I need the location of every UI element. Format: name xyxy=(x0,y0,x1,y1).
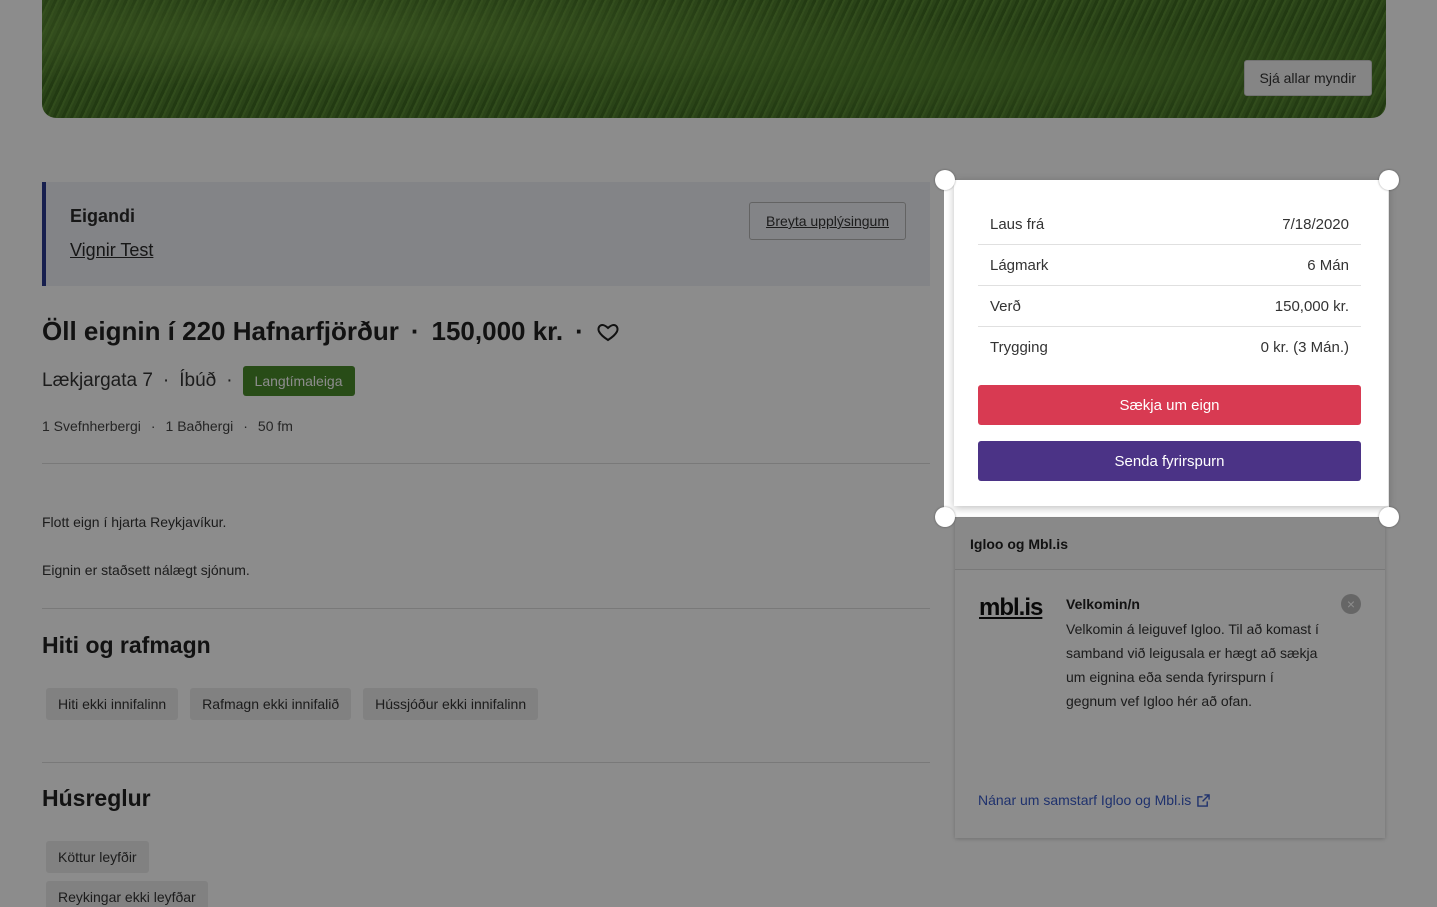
chip: Rafmagn ekki innifalið xyxy=(190,688,352,720)
row-label: Verð xyxy=(990,297,1021,315)
bedrooms: 1 Svefnherbergi xyxy=(42,418,141,434)
hero-image: Sjá allar myndir xyxy=(42,0,1386,118)
chip: Köttur leyfðir xyxy=(46,841,149,873)
send-inquiry-button[interactable]: Senda fyrirspurn xyxy=(978,441,1361,481)
listing-subline: Lækjargata 7 · Íbúð · Langtímaleiga xyxy=(42,366,355,396)
listing-title-text: Öll eignin í 220 Hafnarfjörður xyxy=(42,316,399,346)
more-info-link[interactable]: Nánar um samstarf Igloo og Mbl.is xyxy=(978,792,1210,808)
description-line: Flott eign í hjarta Reykjavíkur. xyxy=(42,514,227,530)
rent-summary-card: Laus frá 7/18/2020 Lágmark 6 Mán Verð 15… xyxy=(954,180,1388,506)
row-value: 0 kr. (3 Mán.) xyxy=(1260,339,1349,356)
separator-dot: · xyxy=(410,316,420,346)
listing-price: 150,000 kr. xyxy=(431,316,564,346)
bathrooms: 1 Baðhergi xyxy=(165,418,234,434)
apply-button[interactable]: Sækja um eign xyxy=(978,385,1361,425)
separator-dot: · xyxy=(243,418,248,434)
divider xyxy=(42,762,930,763)
heart-icon[interactable] xyxy=(596,320,620,344)
resize-handle[interactable] xyxy=(935,170,955,190)
close-icon[interactable]: × xyxy=(1341,594,1361,614)
row-value: 7/18/2020 xyxy=(1282,215,1349,233)
separator-dot: · xyxy=(150,418,156,434)
listing-type: Íbúð xyxy=(179,370,217,391)
welcome-text: Velkomin á leiguvef Igloo. Til að komast… xyxy=(1066,621,1319,709)
utilities-chips: Hiti ekki innifalinn Rafmagn ekki innifa… xyxy=(46,688,539,720)
divider xyxy=(42,608,930,609)
house-rules-chips: Reykingar ekki leyfðar xyxy=(46,881,208,907)
deposit-row: Trygging 0 kr. (3 Mán.) xyxy=(978,327,1361,368)
resize-handle[interactable] xyxy=(1379,507,1399,527)
listing-address: Lækjargata 7 xyxy=(42,370,153,391)
size: 50 fm xyxy=(257,418,293,434)
row-label: Trygging xyxy=(990,339,1048,356)
chip: Hússjóður ekki innifalinn xyxy=(363,688,539,720)
row-label: Laus frá xyxy=(990,215,1045,233)
utilities-title: Hiti og rafmagn xyxy=(42,632,211,658)
house-rules-title: Húsreglur xyxy=(42,785,151,811)
separator-dot: · xyxy=(575,316,584,346)
resize-handle[interactable] xyxy=(1379,170,1399,190)
owner-name-link[interactable]: Vignir Test xyxy=(70,240,153,261)
house-rules-chips: Köttur leyfðir xyxy=(46,841,149,873)
see-all-photos-button[interactable]: Sjá allar myndir xyxy=(1243,60,1372,96)
listing-specs: 1 Svefnherbergi · 1 Baðhergi · 50 fm xyxy=(42,418,293,434)
price-row: Verð 150,000 kr. xyxy=(978,286,1361,327)
edit-info-button[interactable]: Breyta upplýsingum xyxy=(749,202,906,240)
rental-type-badge: Langtímaleiga xyxy=(242,366,355,396)
minimum-row: Lágmark 6 Mán xyxy=(978,245,1361,286)
more-info-link-label: Nánar um samstarf Igloo og Mbl.is xyxy=(978,792,1192,808)
chip: Hiti ekki innifalinn xyxy=(46,688,179,720)
resize-handle[interactable] xyxy=(935,507,955,527)
row-value: 150,000 kr. xyxy=(1274,297,1349,315)
info-card-title: Igloo og Mbl.is xyxy=(955,518,1385,570)
divider xyxy=(42,463,930,464)
igloo-mbl-card: Igloo og Mbl.is mbl.is Velkomin/n Velkom… xyxy=(955,518,1385,838)
mbl-logo: mbl.is xyxy=(979,594,1043,621)
chip: Reykingar ekki leyfðar xyxy=(46,881,208,907)
external-link-icon xyxy=(1197,793,1210,807)
available-from-row: Laus frá 7/18/2020 xyxy=(978,204,1361,245)
separator-dot: · xyxy=(162,370,170,391)
listing-title: Öll eignin í 220 Hafnarfjörður · 150,000… xyxy=(42,316,620,347)
welcome-title: Velkomin/n xyxy=(1066,596,1140,612)
description-line: Eignin er staðsett nálægt sjónum. xyxy=(42,562,250,578)
separator-dot: · xyxy=(226,370,233,391)
row-label: Lágmark xyxy=(990,256,1049,274)
owner-box: Eigandi Vignir Test Breyta upplýsingum xyxy=(42,182,930,286)
row-value: 6 Mán xyxy=(1307,256,1349,274)
owner-title: Eigandi xyxy=(70,206,136,226)
